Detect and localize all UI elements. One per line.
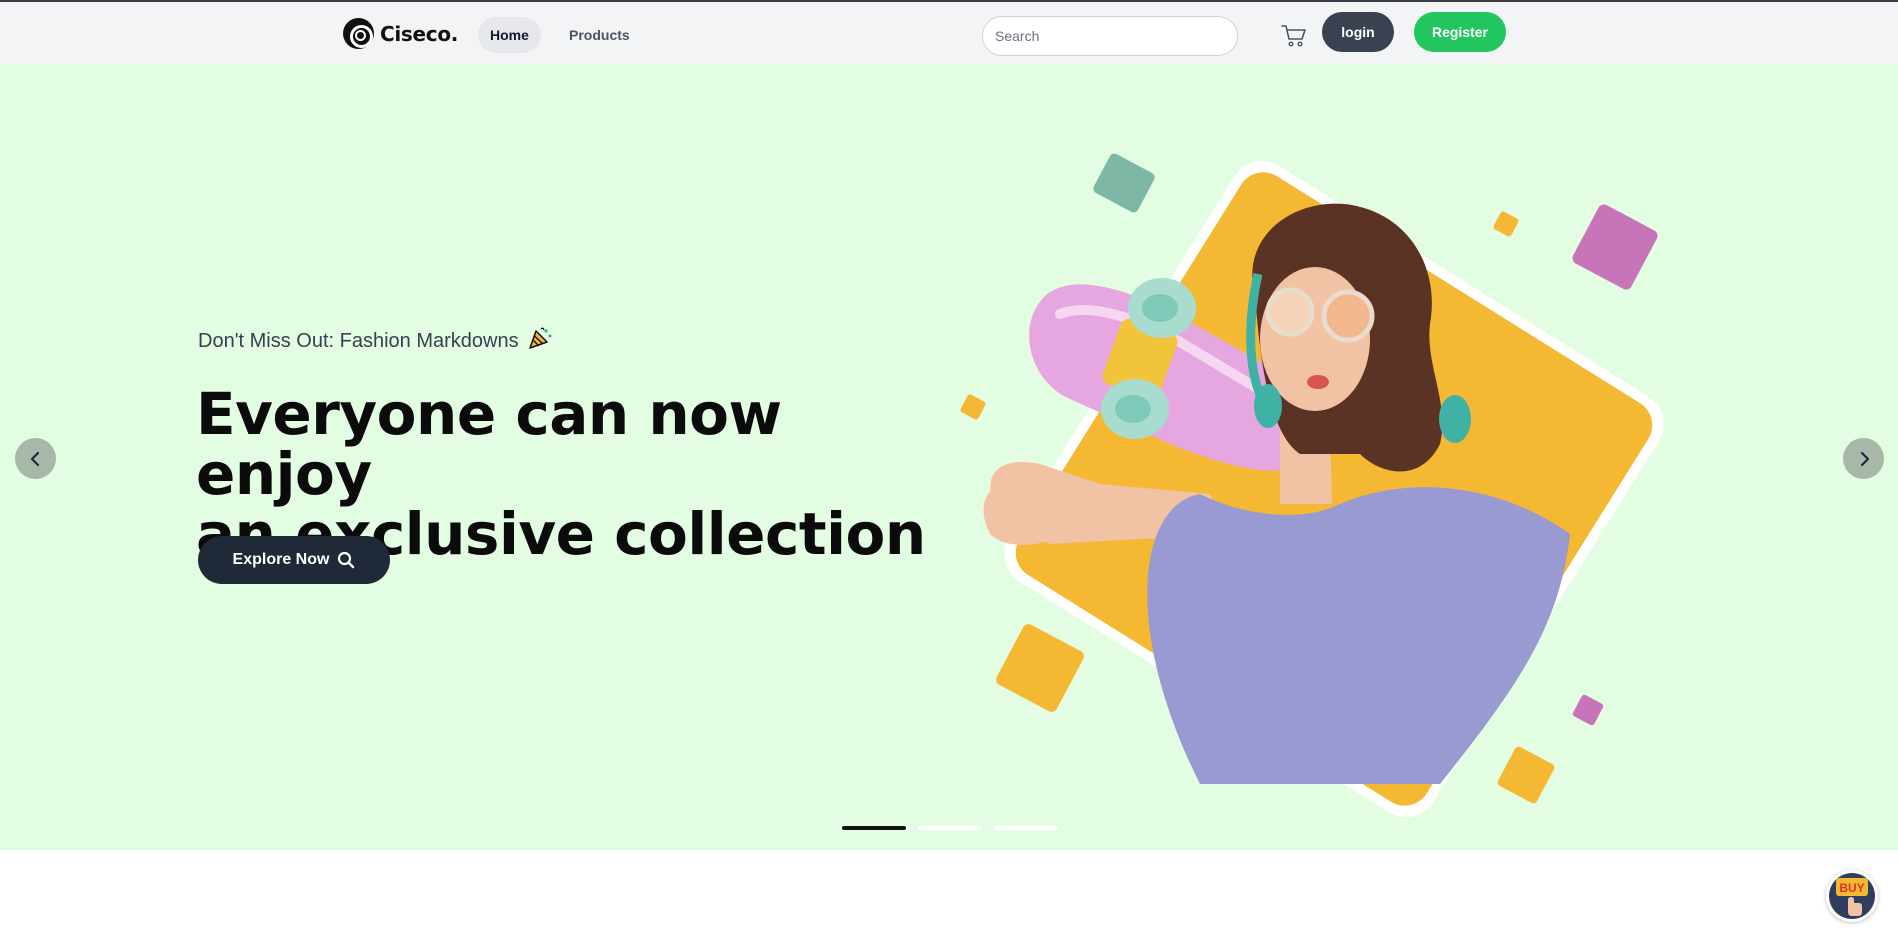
logo-mark-icon: [343, 18, 374, 49]
slide-dot-1[interactable]: [842, 826, 906, 830]
buy-widget-label: BUY: [1839, 881, 1864, 895]
register-button[interactable]: Register: [1414, 12, 1506, 52]
slide-indicators: [842, 826, 1058, 830]
navbar: Ciseco. Home Products login Register: [0, 2, 1898, 64]
buy-widget-button[interactable]: BUY: [1826, 870, 1878, 922]
logo[interactable]: Ciseco.: [343, 18, 458, 49]
chevron-left-icon: [30, 451, 39, 466]
hero-slider: Don't Miss Out: Fashion Markdowns Everyo…: [0, 64, 1898, 850]
search-input[interactable]: [982, 16, 1238, 56]
nav-link-products[interactable]: Products: [557, 17, 642, 53]
cart-icon[interactable]: [1281, 24, 1307, 48]
slide-dot-2[interactable]: [918, 826, 982, 830]
login-button[interactable]: login: [1322, 12, 1394, 52]
prev-slide-button[interactable]: [15, 438, 56, 479]
next-slide-button[interactable]: [1843, 438, 1884, 479]
chevron-right-icon: [1860, 451, 1869, 466]
logo-text: Ciseco.: [380, 21, 459, 46]
nav-link-home[interactable]: Home: [478, 17, 541, 53]
slide-dot-3[interactable]: [994, 826, 1058, 830]
hero-illustration: [960, 153, 1664, 818]
